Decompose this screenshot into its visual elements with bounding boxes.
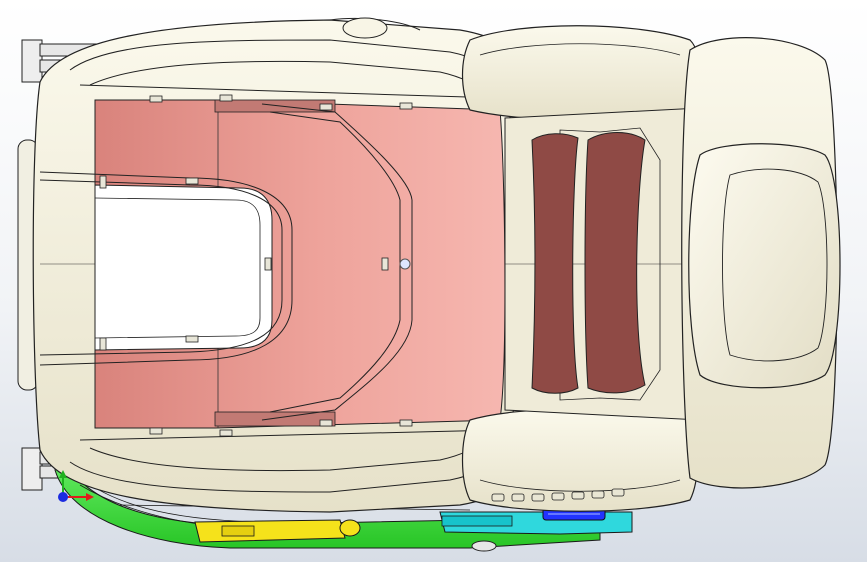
- backrest-pad-left[interactable]: [531, 133, 579, 394]
- backrest-upper-bolster[interactable]: [461, 25, 701, 121]
- seat-model-view[interactable]: [0, 0, 867, 562]
- seat-opening: [94, 184, 273, 351]
- yellow-bracket[interactable]: [194, 519, 361, 543]
- cad-graphics-viewport[interactable]: [0, 0, 867, 562]
- headrest[interactable]: [688, 143, 841, 389]
- backrest-pad-right[interactable]: [584, 132, 646, 394]
- rail-roller: [471, 540, 497, 552]
